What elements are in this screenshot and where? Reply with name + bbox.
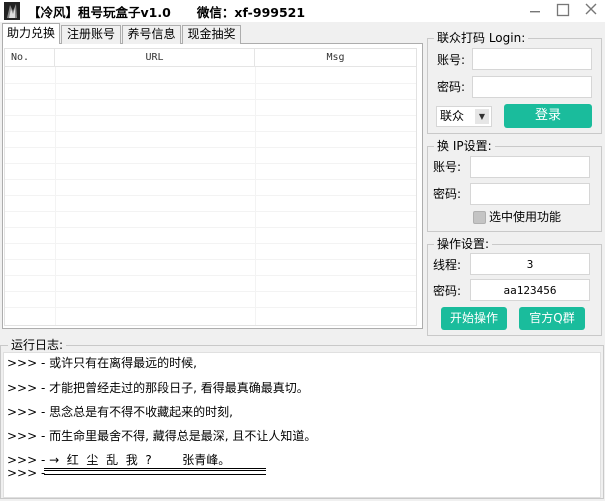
main-window: 【冷风】租号玩盒子v1.0 微信：xf-999521 助力兑换 注册账号 养号信… <box>0 0 605 501</box>
log-line: >>> - 思念总是有不得不收藏起来的时刻, <box>7 405 233 419</box>
grid-line <box>5 227 416 228</box>
ops-group-title: 操作设置: <box>434 237 493 251</box>
tab-account-info[interactable]: 养号信息 <box>122 25 181 44</box>
official-qq-group-button[interactable]: 官方Q群 <box>519 307 585 330</box>
login-group-title: 联众打码 Login: <box>434 31 529 45</box>
grid-line <box>5 211 416 212</box>
window-title: 【冷风】租号玩盒子v1.0 微信：xf-999521 <box>28 5 306 20</box>
grid-line <box>5 195 416 196</box>
app-logo-icon <box>4 2 20 20</box>
column-header-msg[interactable]: Msg <box>255 49 416 67</box>
log-line: >>> - <box>7 466 50 480</box>
login-password-input[interactable] <box>472 76 592 98</box>
grid-line <box>5 307 416 308</box>
start-operation-button[interactable]: 开始操作 <box>441 307 507 330</box>
login-password-label: 密码: <box>437 80 466 94</box>
log-double-underline <box>44 468 266 471</box>
chevron-down-icon[interactable]: ▼ <box>475 109 489 124</box>
login-account-label: 账号: <box>437 53 466 67</box>
login-account-input[interactable] <box>472 48 592 70</box>
log-line: >>> - 才能把曾经走过的那段日子, 看得最真确最真切。 <box>7 381 309 395</box>
ip-group-title: 换 IP设置: <box>434 139 495 153</box>
tab-label: 注册账号 <box>66 27 115 41</box>
title-bar[interactable]: 【冷风】租号玩盒子v1.0 微信：xf-999521 <box>0 0 605 22</box>
log-title: 运行日志: <box>8 338 67 352</box>
log-line: >>> - 而生命里最舍不得, 藏得总是最深, 且不让人知道。 <box>7 429 317 443</box>
tab-label: 助力兑换 <box>6 26 55 40</box>
grid-line <box>5 259 416 260</box>
ops-password-input[interactable] <box>470 279 590 301</box>
ops-password-label: 密码: <box>433 284 462 298</box>
tab-register-account[interactable]: 注册账号 <box>61 25 121 44</box>
thread-input[interactable] <box>470 253 590 275</box>
grid-line <box>5 99 416 100</box>
grid-line <box>5 83 416 84</box>
use-feature-label[interactable]: 选中使用功能 <box>489 209 561 225</box>
ip-account-label: 账号: <box>433 160 462 174</box>
grid-line <box>5 291 416 292</box>
log-line: >>> - 或许只有在离得最远的时候, <box>7 356 197 370</box>
grid-line <box>255 67 256 325</box>
service-select[interactable]: 联众 ▼ <box>436 106 492 127</box>
login-button[interactable]: 登录 <box>504 104 592 128</box>
use-feature-checkbox[interactable] <box>473 211 486 224</box>
grid-line <box>5 147 416 148</box>
listview-header: No. URL Msg <box>5 49 416 67</box>
grid-line <box>5 243 416 244</box>
ip-password-input[interactable] <box>470 183 590 205</box>
grid-line <box>5 275 416 276</box>
tab-label: 养号信息 <box>127 27 176 41</box>
service-select-value: 联众 <box>440 109 465 123</box>
column-header-no[interactable]: No. <box>5 49 55 67</box>
result-listview[interactable]: No. URL Msg <box>4 48 417 326</box>
close-icon[interactable] <box>578 0 604 22</box>
log-underline <box>44 474 266 475</box>
thread-label: 线程: <box>433 258 462 272</box>
tab-cash-lottery[interactable]: 现金抽奖 <box>182 25 241 44</box>
column-header-url[interactable]: URL <box>55 49 255 67</box>
tab-assist-redeem[interactable]: 助力兑换 <box>2 23 60 44</box>
grid-line <box>5 115 416 116</box>
maximize-icon[interactable] <box>550 0 576 22</box>
minimize-icon[interactable] <box>522 0 548 22</box>
tab-label: 现金抽奖 <box>187 27 236 41</box>
grid-line <box>5 163 416 164</box>
grid-line <box>5 179 416 180</box>
ip-account-input[interactable] <box>470 156 590 178</box>
grid-line <box>5 131 416 132</box>
grid-line <box>55 67 56 325</box>
ip-password-label: 密码: <box>433 187 462 201</box>
log-textarea[interactable]: >>> - 或许只有在离得最远的时候, >>> - 才能把曾经走过的那段日子, … <box>3 352 601 498</box>
